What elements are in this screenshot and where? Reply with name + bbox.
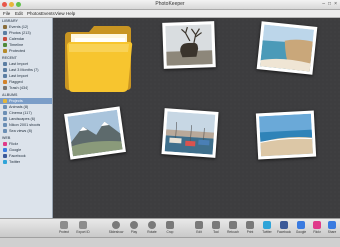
edit-button[interactable]: Edit xyxy=(191,221,207,234)
maximize-icon[interactable]: □ xyxy=(328,1,331,7)
folder-icon[interactable] xyxy=(65,22,135,96)
sidebar: LIBRARY Events (12) Photos (213) Calenda… xyxy=(0,18,53,236)
bottom-toolbar: Protect Export ID Slideshow Play Rotate … xyxy=(0,218,340,237)
crop-icon xyxy=(166,221,174,229)
protect-button[interactable]: Protect xyxy=(56,221,72,234)
window-buttons: – □ × xyxy=(322,1,337,7)
menu-edit[interactable]: Edit xyxy=(15,11,23,16)
print-icon xyxy=(246,221,254,229)
facebook-icon xyxy=(3,154,7,158)
sidebar-item-protected[interactable]: Protected xyxy=(3,48,51,54)
sidebar-section-library: LIBRARY xyxy=(2,19,18,23)
flag-icon xyxy=(3,80,7,84)
export-id-button[interactable]: Export ID xyxy=(75,221,91,234)
title-bar: PhotoKeeper – □ × xyxy=(0,0,340,10)
photo-sandy-beach[interactable] xyxy=(255,110,317,160)
twitter-button[interactable]: Twitter xyxy=(259,221,275,234)
tool-icon xyxy=(212,221,220,229)
harbor-boats-image xyxy=(164,111,216,155)
album-icon xyxy=(3,117,7,121)
google-icon xyxy=(297,221,305,229)
menu-events[interactable]: Events xyxy=(41,11,55,16)
retouch-button[interactable]: Retouch xyxy=(225,221,241,234)
sidebar-item-sea-views[interactable]: Sea views (8) xyxy=(3,128,51,134)
share-icon xyxy=(328,221,336,229)
tool-button[interactable]: Tool xyxy=(208,221,224,234)
folder-icon xyxy=(3,99,7,103)
snowy-mountain-image xyxy=(67,109,123,157)
flickr-icon xyxy=(3,142,7,146)
play-icon xyxy=(130,221,138,229)
trash-icon xyxy=(3,86,7,90)
sidebar-item-twitter[interactable]: Twitter xyxy=(3,159,51,165)
beach-cliffs-image xyxy=(259,24,315,72)
album-icon xyxy=(3,129,7,133)
window-title: PhotoKeeper xyxy=(155,1,185,7)
clock-icon xyxy=(3,68,7,72)
play-button[interactable]: Play xyxy=(126,221,142,234)
flickr-icon xyxy=(313,221,321,229)
close-icon[interactable]: × xyxy=(334,1,337,7)
retouch-icon xyxy=(229,221,237,229)
lock-icon xyxy=(3,49,7,53)
clock-icon xyxy=(3,62,7,66)
timeline-icon xyxy=(3,43,7,47)
edit-icon xyxy=(195,221,203,229)
rotate-icon xyxy=(148,221,156,229)
clock-icon xyxy=(3,74,7,78)
sidebar-section-albums: ALBUMS xyxy=(2,93,18,97)
share-button[interactable]: Share xyxy=(324,221,340,234)
minimize-icon[interactable]: – xyxy=(322,1,325,7)
facebook-button[interactable]: Facebook xyxy=(276,221,292,234)
photo-deer[interactable] xyxy=(162,21,216,69)
menu-view[interactable]: View xyxy=(55,11,65,16)
album-icon xyxy=(3,111,7,115)
menu-file[interactable]: File xyxy=(3,11,10,16)
photos-icon xyxy=(3,31,7,35)
photo-harbor-boats[interactable] xyxy=(161,108,219,158)
menu-photos[interactable]: Photos xyxy=(27,11,41,16)
sandy-beach-image xyxy=(258,113,314,157)
calendar-icon xyxy=(3,37,7,41)
crop-button[interactable]: Crop xyxy=(162,221,178,234)
menu-bar: File Edit Photos Events View Help xyxy=(0,10,340,18)
print-button[interactable]: Print xyxy=(242,221,258,234)
deer-image xyxy=(165,24,213,66)
menu-help[interactable]: Help xyxy=(66,11,75,16)
slideshow-icon xyxy=(112,221,120,229)
google-icon xyxy=(3,148,7,152)
twitter-icon xyxy=(3,160,7,164)
photo-browser xyxy=(53,18,340,218)
album-icon xyxy=(3,123,7,127)
google-button[interactable]: Google xyxy=(293,221,309,234)
twitter-icon xyxy=(263,221,271,229)
album-icon xyxy=(3,105,7,109)
events-icon xyxy=(3,25,7,29)
sidebar-item-trash[interactable]: Trash (434) xyxy=(3,85,51,91)
slideshow-button[interactable]: Slideshow xyxy=(108,221,124,234)
rotate-button[interactable]: Rotate xyxy=(144,221,160,234)
facebook-icon xyxy=(280,221,288,229)
photo-beach-cliffs[interactable] xyxy=(256,21,318,75)
lock-icon xyxy=(60,221,68,229)
photo-snowy-mountain[interactable] xyxy=(64,106,126,160)
sidebar-section-web: WEB xyxy=(2,136,11,140)
sidebar-section-recent: RECENT xyxy=(2,56,17,60)
flickr-button[interactable]: Flickr xyxy=(309,221,325,234)
export-icon xyxy=(79,221,87,229)
